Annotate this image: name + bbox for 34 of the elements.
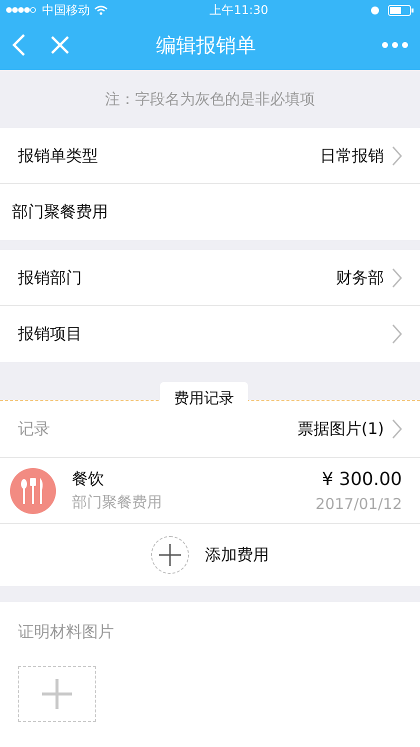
chevron-icon <box>392 419 402 439</box>
select-field[interactable]: 日常报销 <box>320 144 402 168</box>
back-icon[interactable] <box>12 34 26 56</box>
expense-date: 2017/01/12 <box>316 494 402 515</box>
expense-amount: ¥ 300.00 <box>320 468 402 492</box>
more-icon[interactable] <box>382 42 408 48</box>
field-label: 报销项目 <box>18 323 83 345</box>
field-label: 记录 <box>18 418 51 440</box>
select-field[interactable]: 财务部 <box>336 266 402 290</box>
note-text: 注：字段名为灰色的是非必填项 <box>105 88 315 110</box>
expense-note: 部门聚餐费用 <box>72 492 163 514</box>
expense-category: 餐饮 <box>72 468 105 490</box>
field-label: 证明材料图片 <box>18 622 114 641</box>
add-expense-button[interactable]: 添加费用 <box>151 536 269 574</box>
wifi-icon <box>94 5 108 15</box>
select-field[interactable] <box>392 324 402 344</box>
status-time: 上午11:30 <box>208 2 270 19</box>
chevron-icon <box>392 268 402 288</box>
field-label: 报销单类型 <box>18 144 99 166</box>
plus-icon <box>159 544 181 566</box>
chevron-icon <box>392 324 402 344</box>
close-icon[interactable] <box>50 35 70 55</box>
battery-icon <box>388 4 414 16</box>
chevron-icon <box>392 146 402 166</box>
upload-button[interactable] <box>18 666 96 722</box>
plus-icon <box>42 679 72 709</box>
expense-item[interactable]: 餐饮 部门聚餐费用 ¥ 300.00 2017/01/12 <box>0 457 420 524</box>
page-title: 编辑报销单 <box>155 32 257 59</box>
cutlery-icon <box>10 468 56 514</box>
receipts-link[interactable]: 票据图片(1) <box>297 417 402 441</box>
carrier-name: 中国移动 <box>42 2 90 19</box>
field-value: 部门聚餐费用 <box>12 201 108 223</box>
signal-icon <box>6 6 38 14</box>
field-label: 报销部门 <box>18 266 83 288</box>
